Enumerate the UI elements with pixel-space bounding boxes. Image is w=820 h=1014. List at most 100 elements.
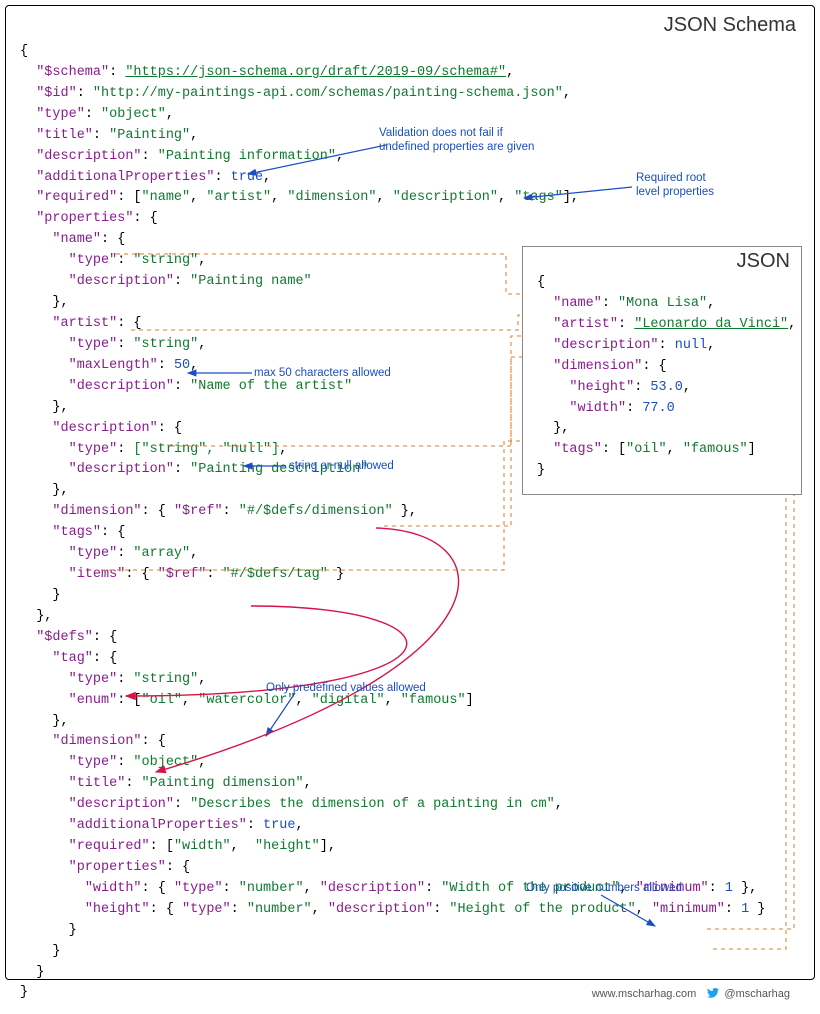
prop-name-type-k: "type" — [69, 253, 118, 268]
prop-desc-type-k: "type" — [69, 442, 118, 457]
prop-desc-type: ["string", "null"] — [133, 442, 279, 457]
credit-url[interactable]: www.mscharhag.com — [592, 988, 697, 1000]
dim-h-min-k: "minimum" — [652, 902, 725, 917]
dim-req-h: "height" — [255, 839, 320, 854]
annot-required: Required root level properties — [636, 171, 714, 200]
prop-tags-type: "array" — [133, 546, 190, 561]
def-dim-type: "object" — [133, 755, 198, 770]
key-title: "title" — [36, 128, 93, 143]
prop-artist-maxlen: 50 — [174, 358, 190, 373]
req-dim: "dimension" — [287, 190, 376, 205]
json-w-k: "width" — [569, 401, 626, 416]
annot-maxlen: max 50 characters allowed — [254, 366, 391, 380]
prop-name-type: "string" — [133, 253, 198, 268]
def-dim-req-k: "required" — [69, 839, 150, 854]
json-h-k: "height" — [569, 380, 634, 395]
def-dim-addprops: true — [263, 818, 295, 833]
credit-handle[interactable]: @mscharhag — [724, 988, 790, 1000]
prop-tags: "tags" — [52, 525, 101, 540]
annot-enum: Only predefined values allowed — [266, 681, 426, 695]
prop-artist-desc-k: "description" — [69, 379, 174, 394]
val-addprops: true — [231, 170, 263, 185]
annot-positive: Only positive numbers allowed — [526, 881, 682, 895]
req-desc: "description" — [393, 190, 498, 205]
def-dim-title: "Painting dimension" — [142, 776, 304, 791]
prop-artist-type-k: "type" — [69, 337, 118, 352]
prop-dim-ref-k: "$ref" — [174, 504, 223, 519]
dim-h-type: "number" — [247, 902, 312, 917]
prop-tags-ref-k: "$ref" — [158, 567, 207, 582]
key-properties: "properties" — [36, 211, 133, 226]
schema-label: JSON Schema — [660, 14, 800, 37]
dim-height: "height" — [85, 902, 150, 917]
prop-name-desc: "Painting name" — [190, 274, 312, 289]
def-tag: "tag" — [52, 651, 93, 666]
schema-panel: JSON Schema { "$schema": "https://json-s… — [5, 5, 815, 980]
json-desc-v: null — [675, 338, 707, 353]
enum-oil: "oil" — [142, 693, 183, 708]
dim-width: "width" — [85, 881, 142, 896]
schema-code: { "$schema": "https://json-schema.org/dr… — [6, 6, 814, 1014]
def-tag-type: "string" — [133, 672, 198, 687]
prop-tags-items-k: "items" — [69, 567, 126, 582]
req-name: "name" — [142, 190, 191, 205]
val-desc: "Painting information" — [158, 149, 336, 164]
json-tags-k: "tags" — [553, 442, 602, 457]
json-h-v: 53.0 — [650, 380, 682, 395]
dim-h-min: 1 — [741, 902, 749, 917]
key-type: "type" — [36, 107, 85, 122]
def-dim-desc-k: "description" — [69, 797, 174, 812]
def-dim-type-k: "type" — [69, 755, 118, 770]
def-dim: "dimension" — [52, 734, 141, 749]
def-dim-addprops-k: "additionalProperties" — [69, 818, 247, 833]
key-id: "$id" — [36, 86, 77, 101]
dim-w-desc-k: "description" — [320, 881, 425, 896]
def-dim-title-k: "title" — [69, 776, 126, 791]
json-desc-k: "description" — [553, 338, 658, 353]
annot-validation: Validation does not fail if undefined pr… — [379, 126, 534, 155]
dim-req-w: "width" — [174, 839, 231, 854]
val-id: "http://my-paintings-api.com/schemas/pai… — [93, 86, 563, 101]
prop-artist: "artist" — [52, 316, 117, 331]
prop-name: "name" — [52, 232, 101, 247]
key-required: "required" — [36, 190, 117, 205]
def-dim-props-k: "properties" — [69, 860, 166, 875]
prop-tags-type-k: "type" — [69, 546, 118, 561]
json-artist-v: "Leonardo da Vinci" — [634, 317, 788, 332]
annot-nullable: string or null allowed — [289, 459, 394, 473]
json-panel: { "name": "Mona Lisa", "artist": "Leonar… — [522, 246, 802, 495]
prop-artist-maxlen-k: "maxLength" — [69, 358, 158, 373]
twitter-icon — [707, 988, 719, 998]
key-desc: "description" — [36, 149, 141, 164]
key-addprops: "additionalProperties" — [36, 170, 214, 185]
prop-artist-type: "string" — [133, 337, 198, 352]
req-artist: "artist" — [206, 190, 271, 205]
json-dim-k: "dimension" — [553, 359, 642, 374]
json-tag-oil: "oil" — [626, 442, 667, 457]
val-type: "object" — [101, 107, 166, 122]
dim-w-min: 1 — [725, 881, 733, 896]
dim-h-desc: "Height of the product" — [449, 902, 635, 917]
dim-w-type: "number" — [239, 881, 304, 896]
json-code: { "name": "Mona Lisa", "artist": "Leonar… — [537, 255, 791, 486]
val-schema-url[interactable]: "https://json-schema.org/draft/2019-09/s… — [125, 65, 506, 80]
prop-desc: "description" — [52, 421, 157, 436]
json-w-v: 77.0 — [642, 401, 674, 416]
json-name-v: "Mona Lisa" — [618, 296, 707, 311]
def-tag-enum-k: "enum" — [69, 693, 118, 708]
credit-line: www.mscharhag.com @mscharhag — [592, 988, 790, 1000]
json-name-k: "name" — [553, 296, 602, 311]
json-label: JSON — [733, 250, 794, 273]
val-title: "Painting" — [109, 128, 190, 143]
prop-dim: "dimension" — [52, 504, 141, 519]
req-tags: "tags" — [514, 190, 563, 205]
json-tag-famous: "famous" — [683, 442, 748, 457]
prop-artist-desc: "Name of the artist" — [190, 379, 352, 394]
dim-h-type-k: "type" — [182, 902, 231, 917]
key-defs: "$defs" — [36, 630, 93, 645]
key-schema: "$schema" — [36, 65, 109, 80]
prop-tags-ref: "#/$defs/tag" — [223, 567, 328, 582]
dim-h-desc-k: "description" — [328, 902, 433, 917]
def-tag-type-k: "type" — [69, 672, 118, 687]
prop-desc-desc-k: "description" — [69, 462, 174, 477]
